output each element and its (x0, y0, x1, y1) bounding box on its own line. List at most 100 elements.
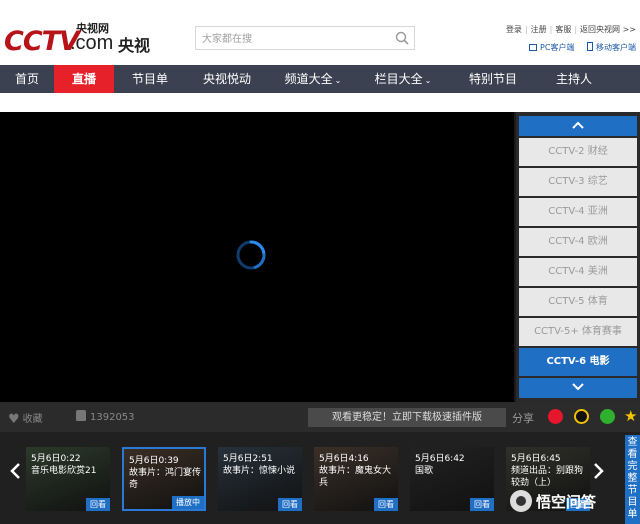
channel-item[interactable]: CCTV-4 亚洲 (519, 198, 637, 226)
video-player[interactable] (0, 112, 514, 402)
wukong-logo-icon (510, 490, 532, 512)
main-nav: 首页 直播 节目单 央视悦动 频道大全 ⌄ 栏目大全 ⌄ 特别节目 主持人 (0, 65, 640, 93)
search-box (195, 26, 415, 51)
logo-com-text: .com (70, 32, 114, 54)
program-time: 5月6日6:45 (511, 454, 561, 464)
download-plugin-button[interactable]: 观看更稳定！立即下载极速插件版 (308, 408, 506, 427)
channel-item[interactable]: CCTV-4 美洲 (519, 258, 637, 286)
nav-item-label: 频道大全 (284, 72, 333, 86)
program-action-button[interactable]: 回看 (278, 498, 302, 511)
page: 央视网 CCTV .com 央视 登录|注册|客服|返回央视网 >> PC客户端… (0, 0, 640, 524)
program-action-button[interactable]: 回看 (86, 498, 110, 511)
logo-cctv-text: CCTV (4, 26, 80, 57)
nav-item-6[interactable]: 特别节目 (448, 65, 538, 93)
nav-item-label: 特别节目 (468, 72, 517, 86)
nav-item-2[interactable]: 节目单 (114, 65, 186, 93)
nav-item-label: 央视悦动 (202, 72, 251, 86)
program-title: 音乐电影欣赏21 (31, 466, 97, 476)
monitor-icon (529, 44, 538, 51)
program-time: 5月6日0:39 (129, 456, 179, 466)
program-action-button[interactable]: 回看 (470, 498, 494, 511)
channel-item[interactable]: CCTV-6 电影 (519, 348, 637, 376)
thumbs-up-icon (76, 410, 86, 421)
program-time: 5月6日4:16 (319, 454, 369, 464)
nav-item-5[interactable]: 栏目大全 ⌄ (358, 65, 448, 93)
program-title: 国歌 (415, 466, 434, 476)
channel-list: CCTV-2 财经 CCTV-3 综艺 CCTV-4 亚洲 CCTV-4 欧洲 CCTV… (516, 112, 640, 402)
program-time: 5月6日2:51 (223, 454, 273, 464)
view-full-schedule-button[interactable]: 查看完整节目单 (625, 435, 640, 524)
star-share-icon[interactable]: ★ (624, 409, 640, 424)
nav-item-0[interactable]: 首页 (0, 65, 54, 93)
program-card[interactable]: 5月6日4:16 故事片：魔鬼女大兵回看 (314, 447, 398, 511)
like-count: 1392053 (90, 412, 135, 423)
client-links: PC客户端 移动客户端 (519, 42, 636, 53)
nav-item-label: 栏目大全 (374, 72, 423, 86)
nav-item-3[interactable]: 央视悦动 (186, 65, 268, 93)
nav-item-label: 主持人 (555, 72, 592, 86)
back-to-cctv-link[interactable]: 返回央视网 >> (580, 25, 636, 34)
chevron-left-icon (10, 463, 20, 479)
channel-item[interactable]: CCTV-2 财经 (519, 138, 637, 166)
program-info: 5月6日6:45 频道出品：别跟狗较劲（上） (511, 453, 588, 489)
like-button[interactable]: 1392053 (76, 410, 135, 423)
program-card[interactable]: 5月6日2:51 故事片：惊悚小说回看 (218, 447, 302, 511)
chevron-down-icon: ⌄ (334, 76, 342, 85)
search-input[interactable] (196, 28, 386, 51)
phone-icon (587, 42, 593, 51)
schedule-prev-button[interactable] (9, 462, 21, 485)
program-time: 5月6日0:22 (31, 454, 81, 464)
header: 央视网 CCTV .com 央视 登录|注册|客服|返回央视网 >> PC客户端… (0, 0, 640, 65)
program-time: 5月6日6:42 (415, 454, 465, 464)
program-info: 5月6日0:39 故事片：鸿门宴传奇 (129, 455, 202, 491)
qq-share-icon[interactable] (574, 409, 589, 424)
channel-item[interactable]: CCTV-5+ 体育赛事 (519, 318, 637, 346)
program-info: 5月6日6:42 国歌 (415, 453, 492, 477)
player-toolbar: ♥ 收藏 1392053 观看更稳定！立即下载极速插件版 分享 ★ (0, 402, 640, 432)
channel-item[interactable]: CCTV-3 综艺 (519, 168, 637, 196)
loading-spinner-icon (236, 240, 266, 270)
nav-item-label: 直播 (71, 72, 96, 86)
program-action-button[interactable]: 回看 (374, 498, 398, 511)
program-info: 5月6日4:16 故事片：魔鬼女大兵 (319, 453, 396, 489)
chevron-up-icon (572, 121, 584, 129)
pc-client-link[interactable]: PC客户端 (529, 43, 574, 52)
channel-scroll-down-button[interactable] (519, 378, 637, 398)
nav-item-4[interactable]: 频道大全 ⌄ (268, 65, 358, 93)
nav-item-label: 节目单 (131, 72, 168, 86)
program-card[interactable]: 5月6日0:39 故事片：鸿门宴传奇播放中 (122, 447, 206, 511)
service-link[interactable]: 客服 (555, 25, 571, 34)
watermark: 悟空问答 (510, 490, 596, 512)
program-info: 5月6日0:22 音乐电影欣赏21 (31, 453, 108, 477)
account-links: 登录 | 注册 | 客服 | 返回央视网 >> (505, 25, 636, 34)
chevron-down-icon (572, 383, 584, 391)
program-card[interactable]: 5月6日6:42 国歌回看 (410, 447, 494, 511)
login-link[interactable]: 登录 (506, 25, 522, 34)
program-action-button[interactable]: 播放中 (172, 496, 204, 509)
nav-item-7[interactable]: 主持人 (538, 65, 610, 93)
channel-item[interactable]: CCTV-4 欧洲 (519, 228, 637, 256)
chevron-down-icon: ⌄ (424, 76, 432, 85)
register-link[interactable]: 注册 (531, 25, 547, 34)
search-icon[interactable] (394, 30, 410, 46)
program-info: 5月6日2:51 故事片：惊悚小说 (223, 453, 300, 477)
schedule-next-button[interactable] (593, 462, 605, 485)
program-title: 故事片：魔鬼女大兵 (319, 466, 392, 488)
wechat-share-icon[interactable] (600, 409, 615, 424)
favorite-button[interactable]: ♥ 收藏 (8, 410, 43, 427)
weibo-share-icon[interactable] (548, 409, 563, 424)
program-card[interactable]: 5月6日0:22 音乐电影欣赏21 回看 (26, 447, 110, 511)
channel-item[interactable]: CCTV-5 体育 (519, 288, 637, 316)
nav-item-1[interactable]: 直播 (54, 65, 114, 93)
mobile-client-link[interactable]: 移动客户端 (587, 42, 636, 52)
program-title: 故事片：惊悚小说 (223, 466, 296, 476)
heart-icon: ♥ (8, 412, 20, 427)
share-label: 分享 (512, 412, 534, 425)
program-title: 频道出品：别跟狗较劲（上） (511, 466, 584, 488)
player-area: CCTV-2 财经 CCTV-3 综艺 CCTV-4 亚洲 CCTV-4 欧洲 CCTV… (0, 112, 640, 402)
channel-scroll-up-button[interactable] (519, 116, 637, 136)
logo-cn-text: 央视 (118, 36, 151, 55)
program-title: 故事片：鸿门宴传奇 (129, 468, 202, 490)
nav-item-label: 首页 (14, 72, 39, 86)
chevron-right-icon (594, 463, 604, 479)
